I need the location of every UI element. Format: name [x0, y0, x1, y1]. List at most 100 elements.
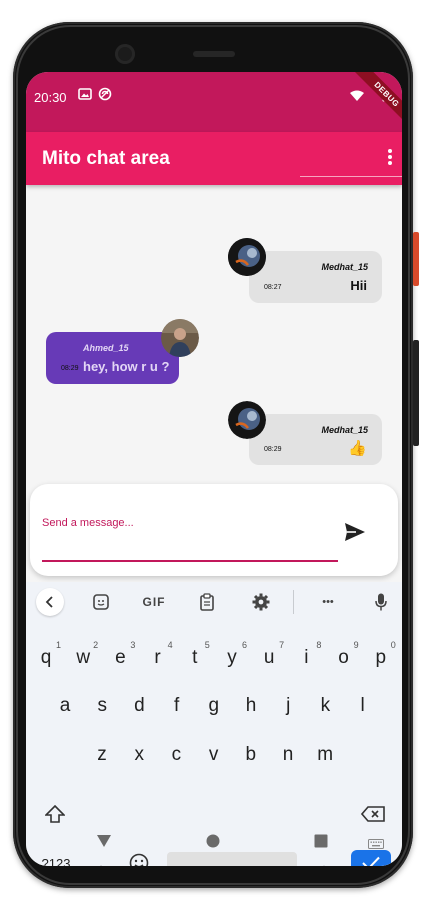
earpiece-speaker	[193, 51, 235, 57]
send-button[interactable]	[344, 522, 370, 546]
key-number-hint: 0	[390, 640, 396, 650]
avatar[interactable]	[228, 238, 266, 276]
key-number-hint: 9	[353, 640, 359, 650]
keyboard-toolbar: GIF •••	[26, 582, 402, 622]
key-y[interactable]: y6	[214, 638, 250, 678]
phone-screen: 20:30 DEBUG Mito chat area Medhat_15 Hii…	[26, 72, 402, 866]
key-number-hint: 6	[241, 640, 247, 650]
message-time: 08:27	[264, 284, 282, 291]
key-z[interactable]: z	[84, 735, 120, 775]
microphone-icon	[375, 593, 387, 611]
message-input[interactable]	[42, 508, 338, 538]
key-number-hint: 2	[93, 640, 99, 650]
key-t[interactable]: t5	[177, 638, 213, 678]
avatar[interactable]	[228, 401, 266, 439]
circle-home-icon	[206, 834, 220, 848]
key-a[interactable]: a	[47, 686, 83, 726]
toolbar-divider	[293, 590, 294, 614]
key-f[interactable]: f	[159, 686, 195, 726]
key-number-hint: 8	[316, 640, 322, 650]
power-button	[413, 232, 419, 286]
triangle-back-icon	[97, 835, 111, 847]
more-vert-icon[interactable]	[386, 148, 394, 168]
key-label: w	[76, 647, 91, 668]
message-time: 08:29	[264, 446, 282, 453]
message-sender: Medhat_15	[321, 262, 368, 272]
sticker-icon	[93, 594, 109, 610]
nav-home-button[interactable]	[206, 834, 220, 853]
key-label: u	[263, 647, 275, 668]
chevron-left-icon	[45, 596, 53, 608]
message-bubble-sent[interactable]: Medhat_15 Hii 08:27	[249, 251, 382, 303]
message-time: 08:29	[61, 365, 79, 372]
key-label: o	[338, 647, 349, 668]
key-v[interactable]: v	[196, 735, 232, 775]
key-m[interactable]: m	[307, 735, 343, 775]
key-label: p	[375, 647, 387, 668]
key-h[interactable]: h	[233, 686, 269, 726]
key-c[interactable]: c	[158, 735, 194, 775]
key-n[interactable]: n	[270, 735, 306, 775]
key-number-hint: 7	[279, 640, 285, 650]
voice-input-button[interactable]	[370, 590, 392, 614]
key-d[interactable]: d	[121, 686, 157, 726]
status-time: 20:30	[34, 90, 67, 105]
key-x[interactable]: x	[121, 735, 157, 775]
keyboard-back-button[interactable]	[36, 588, 64, 616]
key-q[interactable]: q1	[28, 638, 64, 678]
send-icon	[345, 523, 365, 541]
gif-button[interactable]: GIF	[136, 590, 172, 614]
clipboard-icon	[200, 593, 214, 611]
chat-list[interactable]: Medhat_15 Hii 08:27 Ahmed_15 hey, how r …	[26, 185, 402, 475]
key-label: q	[40, 647, 52, 668]
appbar-divider	[300, 176, 402, 177]
key-e[interactable]: e3	[102, 638, 138, 678]
key-label: e	[115, 647, 126, 668]
app-bar: Mito chat area	[26, 132, 402, 185]
status-bar: 20:30 DEBUG	[26, 72, 402, 132]
message-sender: Ahmed_15	[83, 343, 129, 353]
key-u[interactable]: u7	[251, 638, 287, 678]
volume-button	[413, 340, 419, 446]
front-camera	[115, 44, 135, 64]
system-navigation-bar	[26, 818, 402, 866]
key-l[interactable]: l	[345, 686, 381, 726]
settings-button[interactable]	[250, 590, 272, 614]
keyboard-switcher-button[interactable]	[368, 836, 384, 854]
input-underline	[42, 560, 338, 562]
message-text: 👍	[348, 440, 367, 457]
nav-back-button[interactable]	[96, 834, 112, 853]
nav-recents-button[interactable]	[314, 834, 328, 853]
sticker-button[interactable]	[90, 590, 112, 614]
clipboard-button[interactable]	[196, 590, 218, 614]
key-label: t	[192, 647, 198, 668]
key-r[interactable]: r4	[140, 638, 176, 678]
key-b[interactable]: b	[233, 735, 269, 775]
keyboard-icon	[368, 839, 384, 849]
page-title: Mito chat area	[42, 148, 170, 169]
key-s[interactable]: s	[84, 686, 120, 726]
key-i[interactable]: i8	[288, 638, 324, 678]
square-recents-icon	[314, 834, 328, 848]
message-bubble-received[interactable]: Ahmed_15 hey, how r u ? 08:29	[46, 332, 179, 384]
key-number-hint: 5	[204, 640, 210, 650]
message-composer	[30, 484, 398, 576]
key-g[interactable]: g	[196, 686, 232, 726]
message-text: hey, how r u ?	[83, 359, 170, 374]
more-button[interactable]: •••	[314, 590, 342, 614]
key-o[interactable]: o9	[326, 638, 362, 678]
key-p[interactable]: p0	[363, 638, 399, 678]
key-number-hint: 3	[130, 640, 136, 650]
message-sender: Medhat_15	[321, 425, 368, 435]
message-bubble-sent[interactable]: Medhat_15 👍 08:29	[249, 414, 382, 465]
key-j[interactable]: j	[270, 686, 306, 726]
key-w[interactable]: w2	[65, 638, 101, 678]
avatar[interactable]	[161, 319, 199, 357]
key-number-hint: 1	[55, 640, 61, 650]
key-label: y	[227, 647, 237, 668]
key-k[interactable]: k	[307, 686, 343, 726]
key-label: i	[304, 647, 309, 668]
key-number-hint: 4	[167, 640, 173, 650]
key-label: r	[154, 647, 161, 668]
soft-keyboard: GIF ••• q1w2e3r4t5y6u7i8o9p0 asdfghjkl z…	[26, 582, 402, 866]
